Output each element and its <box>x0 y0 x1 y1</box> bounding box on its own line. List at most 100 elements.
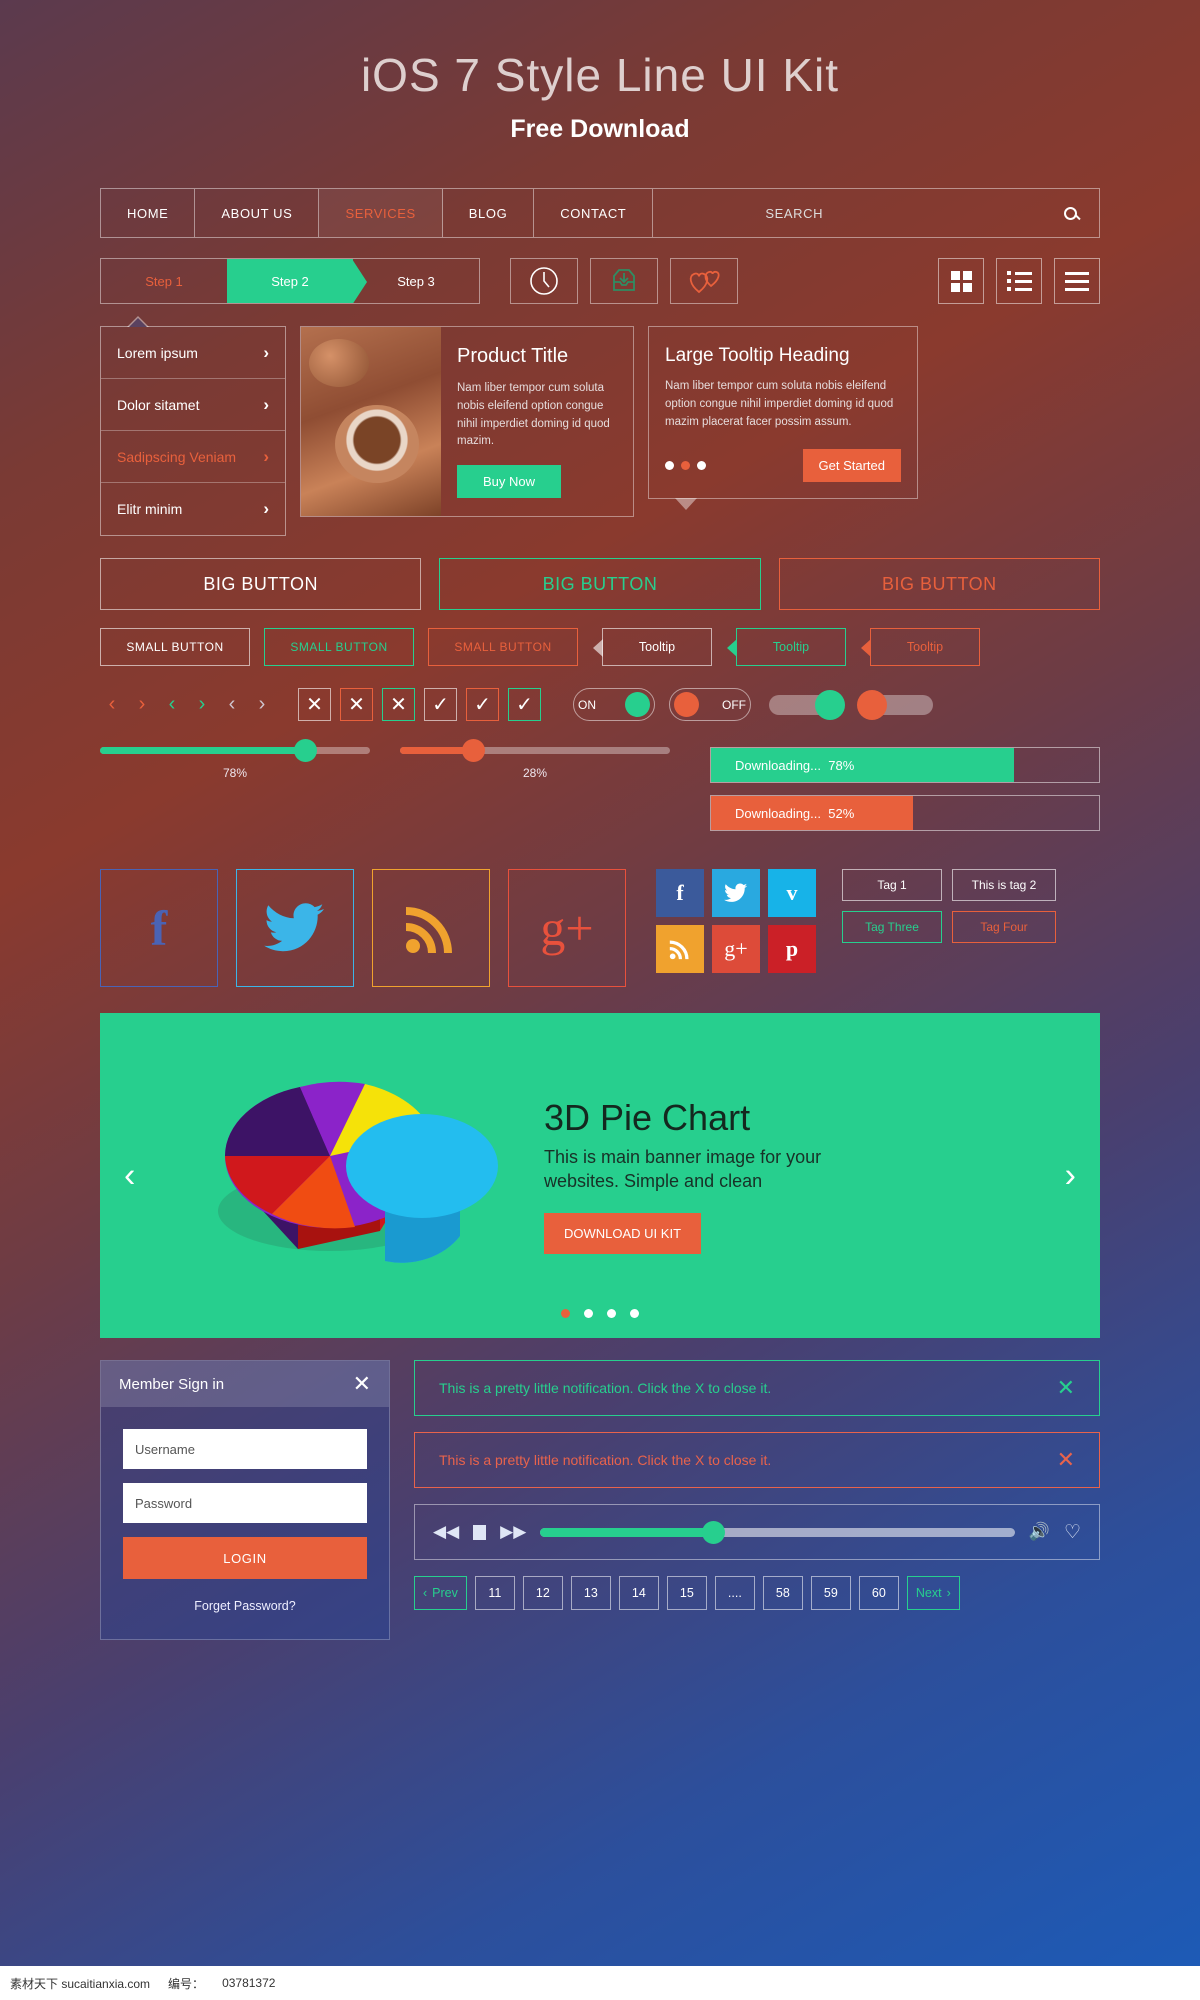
nav-item-contact[interactable]: CONTACT <box>534 189 654 237</box>
nav-item-services[interactable]: SERVICES <box>319 189 443 237</box>
tag-four[interactable]: Tag Four <box>952 911 1056 943</box>
twitter-small-button[interactable] <box>712 869 760 917</box>
pagination-page-58[interactable]: 58 <box>762 1576 803 1610</box>
checkbox-cross-white[interactable]: ✕ <box>298 688 331 721</box>
tag-1[interactable]: Tag 1 <box>842 869 942 901</box>
notification-text: This is a pretty little notification. Cl… <box>439 1452 772 1468</box>
pagination-page-15[interactable]: 15 <box>666 1576 707 1610</box>
pagination-next[interactable]: Next › <box>906 1576 960 1610</box>
close-icon[interactable]: ✕ <box>1057 1447 1075 1473</box>
stop-icon[interactable] <box>473 1524 487 1540</box>
volume-icon[interactable]: 🔊 <box>1029 1522 1050 1542</box>
menu-item-dolor-sitamet[interactable]: Dolor sitamet › <box>101 379 285 431</box>
pagination-page-59[interactable]: 59 <box>810 1576 851 1610</box>
tooltip-dots[interactable] <box>665 461 706 471</box>
slider-knob[interactable] <box>462 739 486 762</box>
rss-large-button[interactable] <box>372 869 490 987</box>
google-plus-small-button[interactable]: g+ <box>712 925 760 973</box>
pagination-page-13[interactable]: 13 <box>570 1576 611 1610</box>
small-button-white[interactable]: SMALL BUTTON <box>100 628 250 666</box>
big-button-green[interactable]: BIG BUTTON <box>439 558 761 610</box>
facebook-small-button[interactable]: f <box>656 869 704 917</box>
arrow-left-white[interactable]: ‹ <box>220 693 244 716</box>
twitter-large-button[interactable] <box>236 869 354 987</box>
banner-prev-button[interactable]: ‹ <box>124 1156 135 1195</box>
banner-next-button[interactable]: › <box>1065 1156 1076 1195</box>
search-icon[interactable] <box>1064 206 1077 220</box>
login-button[interactable]: LOGIN <box>123 1537 367 1579</box>
checkbox-cross-orange[interactable]: ✕ <box>340 688 373 721</box>
close-icon[interactable]: ✕ <box>353 1371 371 1397</box>
pagination-page-11[interactable]: 11 <box>474 1576 515 1610</box>
slider-green[interactable]: 78% <box>100 739 370 780</box>
menu-item-sadipscing-veniam[interactable]: Sadipscing Veniam › <box>101 431 285 483</box>
password-input[interactable]: Password <box>123 1483 367 1523</box>
toggle-on[interactable]: ON <box>573 688 655 721</box>
facebook-large-button[interactable]: f <box>100 869 218 987</box>
checkbox-tick-orange[interactable]: ✓ <box>466 688 499 721</box>
checkbox-tick-green[interactable]: ✓ <box>508 688 541 721</box>
grid-view-button[interactable] <box>938 258 984 304</box>
vimeo-small-button[interactable]: v <box>768 869 816 917</box>
player-progress-track[interactable] <box>540 1520 1015 1544</box>
step-1[interactable]: Step 1 <box>101 259 227 303</box>
clock-icon-button[interactable] <box>510 258 578 304</box>
step-2[interactable]: Step 2 <box>227 259 367 303</box>
pagination-page-60[interactable]: 60 <box>858 1576 899 1610</box>
step-1-label: Step 1 <box>145 273 183 289</box>
hearts-icon-button[interactable] <box>670 258 738 304</box>
step-3[interactable]: Step 3 <box>353 259 479 303</box>
menu-item-lorem-ipsum[interactable]: Lorem ipsum › <box>101 327 285 379</box>
rewind-icon[interactable]: ◀◀ <box>433 1522 459 1542</box>
pagination-page-14[interactable]: 14 <box>618 1576 659 1610</box>
main-navbar: HOME ABOUT US SERVICES BLOG CONTACT SEAR… <box>100 188 1100 238</box>
toggle-knob <box>674 692 699 717</box>
pagination-prev[interactable]: ‹ Prev <box>414 1576 467 1610</box>
download-ui-kit-button[interactable]: DOWNLOAD UI KIT <box>544 1213 702 1255</box>
player-progress-knob[interactable] <box>701 1520 725 1544</box>
search-field[interactable]: SEARCH <box>653 189 1099 237</box>
toggle-off[interactable]: OFF <box>669 688 751 721</box>
nav-item-home[interactable]: HOME <box>101 189 196 237</box>
nav-item-blog[interactable]: BLOG <box>443 189 535 237</box>
pinterest-small-button[interactable]: p <box>768 925 816 973</box>
inbox-download-icon-button[interactable] <box>590 258 658 304</box>
pagination-page-12[interactable]: 12 <box>522 1576 563 1610</box>
arrow-left-orange[interactable]: ‹ <box>100 693 124 716</box>
small-button-orange[interactable]: SMALL BUTTON <box>428 628 578 666</box>
slider-orange[interactable]: 28% <box>400 739 670 780</box>
get-started-button[interactable]: Get Started <box>802 449 901 483</box>
big-button-orange[interactable]: BIG BUTTON <box>778 558 1100 610</box>
small-button-green[interactable]: SMALL BUTTON <box>264 628 414 666</box>
username-input[interactable]: Username <box>123 1429 367 1469</box>
forget-password-link[interactable]: Forget Password? <box>123 1599 367 1613</box>
rss-small-button[interactable] <box>656 925 704 973</box>
buy-now-button[interactable]: Buy Now <box>457 465 561 499</box>
tag-2[interactable]: This is tag 2 <box>952 869 1056 901</box>
arrow-left-green[interactable]: ‹ <box>160 693 184 716</box>
tag-three[interactable]: Tag Three <box>842 911 942 943</box>
tooltip-description: Nam liber tempor cum soluta nobis eleife… <box>665 380 894 428</box>
close-icon[interactable]: ✕ <box>1057 1375 1075 1401</box>
menu-item-elitr-minim[interactable]: Elitr minim › <box>101 483 285 535</box>
checkbox-tick-white[interactable]: ✓ <box>424 688 457 721</box>
list-view-icon <box>1006 271 1032 291</box>
arrow-right-white[interactable]: › <box>250 693 274 716</box>
google-plus-large-button[interactable]: g+ <box>508 869 626 987</box>
progress-bar-orange: Downloading... 52% <box>710 795 1100 831</box>
menu-item-label: Sadipscing Veniam <box>117 448 237 465</box>
arrow-right-orange[interactable]: › <box>130 693 154 716</box>
fast-forward-icon[interactable]: ▶▶ <box>500 1522 526 1542</box>
list-view-button[interactable] <box>996 258 1042 304</box>
switch-green[interactable] <box>769 689 845 720</box>
slider-knob[interactable] <box>294 739 318 762</box>
heart-icon[interactable]: ♡ <box>1064 1521 1081 1544</box>
banner-dots[interactable] <box>561 1309 639 1318</box>
big-button-white[interactable]: BIG BUTTON <box>100 558 422 610</box>
menu-bars-button[interactable] <box>1054 258 1100 304</box>
arrow-right-green[interactable]: › <box>190 693 214 716</box>
notification-text: This is a pretty little notification. Cl… <box>439 1380 772 1396</box>
nav-item-about[interactable]: ABOUT US <box>195 189 320 237</box>
switch-orange[interactable] <box>857 689 933 720</box>
checkbox-cross-green[interactable]: ✕ <box>382 688 415 721</box>
